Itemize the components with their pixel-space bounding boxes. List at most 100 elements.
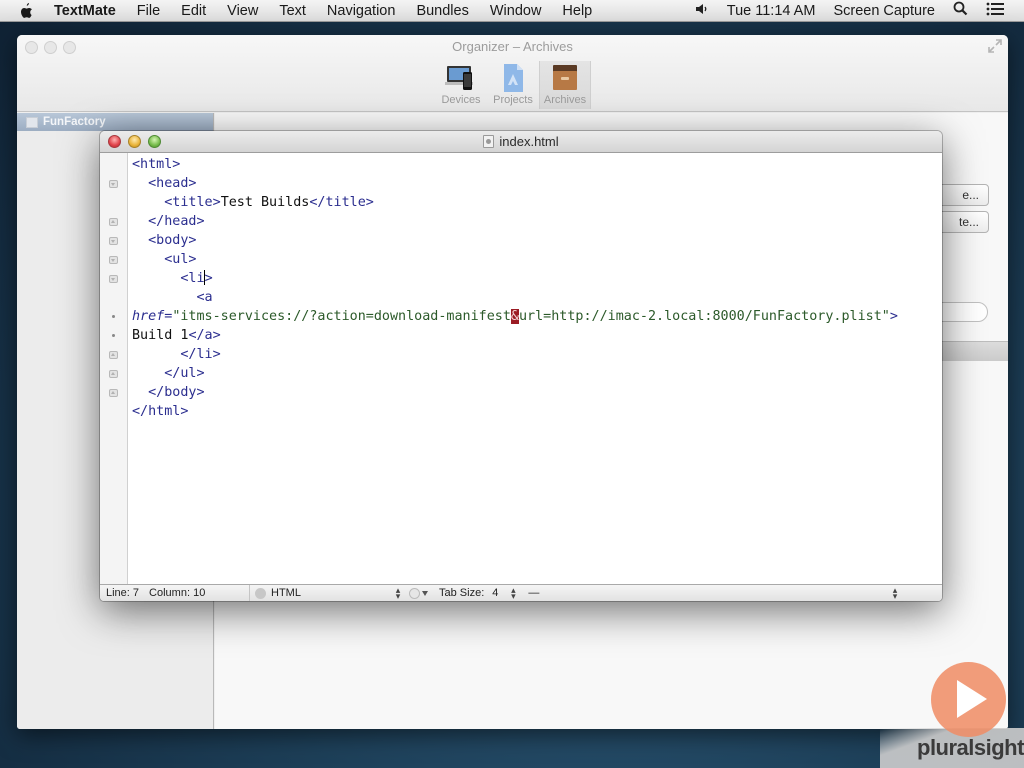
gutter-row (100, 307, 127, 326)
speaker-icon[interactable] (695, 3, 709, 19)
editor-titlebar: index.html (100, 131, 942, 153)
textmate-window: index.html <html> <head> <title>Test Bui… (100, 131, 942, 601)
menu-file[interactable]: File (137, 3, 160, 19)
menu-clock[interactable]: Tue 11:14 AM (727, 3, 816, 19)
syntax-tag: <html> (132, 157, 181, 172)
organizer-title: Organizer – Archives (452, 39, 573, 54)
fold-start-icon[interactable] (109, 255, 118, 264)
syntax-tag: <li (180, 271, 205, 286)
syntax-tag: > (889, 309, 898, 324)
soft-wrap-dot-icon (112, 334, 115, 337)
organizer-tabs: Devices Projects Archives (435, 61, 591, 109)
gutter-row (100, 383, 127, 402)
language-label: HTML (271, 587, 301, 599)
menu-extras: Tue 11:14 AM Screen Capture (695, 1, 1024, 20)
fold-end-icon[interactable] (109, 369, 118, 378)
code-line[interactable]: <head> (132, 174, 942, 193)
line-label: Line: (106, 587, 130, 599)
code-line[interactable]: <title>Test Builds</title> (132, 193, 942, 212)
menu-help[interactable]: Help (562, 3, 592, 19)
code-line[interactable]: <li> (132, 269, 942, 288)
fullscreen-icon[interactable] (988, 39, 1002, 53)
gutter-row (100, 269, 127, 288)
soft-wrap-dot-icon (112, 315, 115, 318)
tab-devices[interactable]: Devices (435, 61, 487, 109)
syntax-tag: <title> (164, 195, 221, 210)
editor-title: index.html (100, 134, 942, 149)
syntax-tag: <body> (148, 233, 197, 248)
sidebar-item-label: FunFactory (43, 116, 106, 128)
language-selector[interactable]: HTML ▴ ▾ (250, 585, 405, 601)
updown-arrows-icon: ▴ ▾ (395, 585, 401, 601)
menu-navigation[interactable]: Navigation (327, 3, 396, 19)
gutter-row (100, 155, 127, 174)
code-line[interactable]: href="itms-services://?action=download-m… (132, 307, 942, 326)
tab-size-label: Tab Size: (439, 587, 485, 599)
gutter-row (100, 212, 127, 231)
gutter-row (100, 326, 127, 345)
syntax-ent: & (510, 309, 519, 324)
tab-archives[interactable]: Archives (539, 61, 591, 109)
code-line[interactable]: <body> (132, 231, 942, 250)
code-line[interactable]: </html> (132, 402, 942, 421)
gutter-row (100, 402, 127, 421)
column-label: Column: (149, 587, 191, 599)
syntax-tag: </html> (132, 404, 189, 419)
editor-filename: index.html (499, 134, 559, 149)
editor-status-bar: Line: 7 Column: 10 HTML ▴ ▾ Tab Size: 4 ▴… (100, 584, 942, 601)
syntax-tag: <a (196, 290, 213, 305)
archives-icon (548, 63, 582, 93)
fold-start-icon[interactable] (109, 274, 118, 283)
code-line[interactable]: <ul> (132, 250, 942, 269)
menu-edit[interactable]: Edit (181, 3, 206, 19)
menu-app-textmate[interactable]: TextMate (54, 3, 116, 19)
code-line[interactable]: </body> (132, 383, 942, 402)
fold-start-icon[interactable] (109, 179, 118, 188)
code-line[interactable]: </li> (132, 345, 942, 364)
syntax-tag: </li> (180, 347, 221, 362)
sidebar-item-funfactory[interactable]: FunFactory (17, 113, 213, 131)
updown-arrows-icon: ▴ ▾ (511, 585, 516, 601)
code-editor[interactable]: <html> <head> <title>Test Builds</title>… (132, 155, 942, 583)
tab-projects[interactable]: Projects (487, 61, 539, 109)
menu-text[interactable]: Text (279, 3, 306, 19)
code-line[interactable]: Build 1</a> (132, 326, 942, 345)
syntax-tag: <ul> (164, 252, 197, 267)
app-icon (26, 116, 38, 128)
column-number: 10 (193, 587, 206, 599)
fold-start-icon[interactable] (109, 236, 118, 245)
devices-icon (444, 63, 478, 93)
code-line[interactable]: <html> (132, 155, 942, 174)
syntax-tag: </head> (148, 214, 205, 229)
gutter-row (100, 288, 127, 307)
menu-bar: TextMate File Edit View Text Navigation … (0, 0, 1024, 22)
projects-icon (496, 63, 530, 93)
tab-size-selector[interactable]: Tab Size: 4 ▴ ▾ (439, 585, 520, 601)
symbol-label: — (528, 587, 540, 599)
menu-bundles[interactable]: Bundles (416, 3, 468, 19)
gutter-row (100, 193, 127, 212)
apple-menu-icon[interactable] (18, 2, 36, 20)
bundle-actions-menu[interactable] (409, 587, 431, 599)
code-line[interactable]: </ul> (132, 364, 942, 383)
code-line[interactable]: <a (132, 288, 942, 307)
cursor-position[interactable]: Line: 7 Column: 10 (100, 585, 250, 601)
fold-end-icon[interactable] (109, 217, 118, 226)
symbol-selector[interactable]: — ▴ ▾ (528, 585, 942, 601)
menu-screen-capture[interactable]: Screen Capture (833, 3, 935, 19)
pluralsight-logo: pluralsight (917, 735, 1024, 760)
updown-arrows-icon: ▴ ▾ (892, 585, 898, 601)
menu-view[interactable]: View (227, 3, 258, 19)
syntax-attr: href (132, 309, 165, 324)
tab-projects-label: Projects (493, 94, 533, 106)
code-line[interactable]: </head> (132, 212, 942, 231)
html-document-icon (483, 135, 495, 148)
fold-end-icon[interactable] (109, 388, 118, 397)
fold-end-icon[interactable] (109, 350, 118, 359)
notification-list-icon[interactable] (986, 2, 1004, 20)
gear-icon (409, 587, 420, 599)
menu-window[interactable]: Window (490, 3, 542, 19)
spotlight-search-icon[interactable] (953, 1, 968, 20)
line-gutter[interactable] (100, 153, 128, 585)
gutter-row (100, 174, 127, 193)
